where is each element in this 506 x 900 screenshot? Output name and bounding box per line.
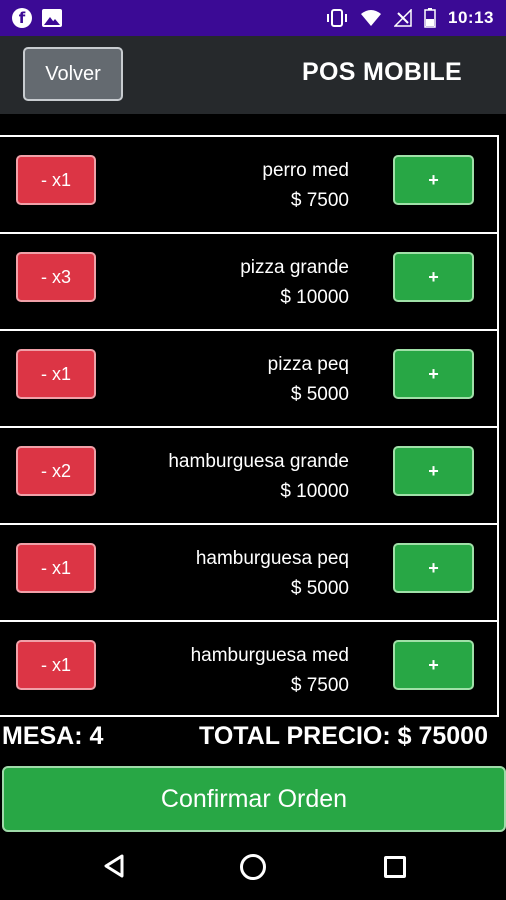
remove-item-button[interactable]: - x1 <box>16 543 96 593</box>
back-triangle-icon[interactable] <box>103 854 125 878</box>
remove-item-button[interactable]: - x1 <box>16 349 96 399</box>
order-item-list: - x1 perro med $ 7500 + - x3 pizza grand… <box>0 135 499 717</box>
signal-icon <box>394 9 412 27</box>
order-item: - x1 hamburguesa med $ 7500 + <box>0 622 497 719</box>
confirm-order-button[interactable]: Confirmar Orden <box>2 766 506 832</box>
battery-icon <box>424 8 436 28</box>
remove-item-button[interactable]: - x3 <box>16 252 96 302</box>
app-bar: Volver POS MOBILE <box>0 36 506 114</box>
item-price: $ 5000 <box>290 578 349 599</box>
status-bar: f 10:13 <box>0 0 506 36</box>
item-name: perro med <box>262 160 349 181</box>
order-item: - x3 pizza grande $ 10000 + <box>0 234 497 331</box>
recents-square-icon[interactable] <box>384 856 406 878</box>
system-nav-bar <box>0 832 506 900</box>
order-item: - x2 hamburguesa grande $ 10000 + <box>0 428 497 525</box>
facebook-icon: f <box>12 8 32 28</box>
add-item-button[interactable]: + <box>393 252 474 302</box>
add-item-button[interactable]: + <box>393 640 474 690</box>
add-item-button[interactable]: + <box>393 155 474 205</box>
order-item: - x1 hamburguesa peq $ 5000 + <box>0 525 497 622</box>
item-price: $ 10000 <box>280 481 349 502</box>
item-price: $ 7500 <box>290 190 349 211</box>
add-item-button[interactable]: + <box>393 349 474 399</box>
item-name: pizza grande <box>240 257 349 278</box>
back-button[interactable]: Volver <box>23 47 123 101</box>
order-summary: MESA: 4 TOTAL PRECIO: $ 75000 <box>0 718 506 758</box>
order-item: - x1 pizza peq $ 5000 + <box>0 331 497 428</box>
table-number: MESA: 4 <box>2 722 104 750</box>
item-info: hamburguesa med $ 7500 <box>191 642 349 702</box>
add-item-button[interactable]: + <box>393 543 474 593</box>
item-price: $ 5000 <box>290 384 349 405</box>
item-name: hamburguesa grande <box>168 451 349 472</box>
item-info: pizza peq $ 5000 <box>268 351 349 411</box>
status-indicators: 10:13 <box>326 0 494 36</box>
total-price: TOTAL PRECIO: $ 75000 <box>199 722 488 750</box>
item-price: $ 7500 <box>290 675 349 696</box>
item-name: hamburguesa peq <box>195 548 349 569</box>
remove-item-button[interactable]: - x1 <box>16 640 96 690</box>
item-info: hamburguesa peq $ 5000 <box>196 545 349 605</box>
gallery-icon <box>42 9 62 27</box>
status-notifications: f <box>0 8 62 28</box>
wifi-icon <box>361 10 382 26</box>
item-name: hamburguesa med <box>190 645 349 666</box>
item-info: perro med $ 7500 <box>262 157 349 217</box>
status-time: 10:13 <box>448 8 494 27</box>
item-info: pizza grande $ 10000 <box>240 254 349 314</box>
item-info: hamburguesa grande $ 10000 <box>168 448 349 508</box>
order-item: - x1 perro med $ 7500 + <box>0 137 497 234</box>
item-price: $ 10000 <box>280 287 349 308</box>
home-circle-icon[interactable] <box>240 854 266 880</box>
remove-item-button[interactable]: - x2 <box>16 446 96 496</box>
remove-item-button[interactable]: - x1 <box>16 155 96 205</box>
add-item-button[interactable]: + <box>393 446 474 496</box>
item-name: pizza peq <box>267 354 349 375</box>
vibrate-icon <box>327 9 348 27</box>
app-title: POS MOBILE <box>302 58 462 86</box>
